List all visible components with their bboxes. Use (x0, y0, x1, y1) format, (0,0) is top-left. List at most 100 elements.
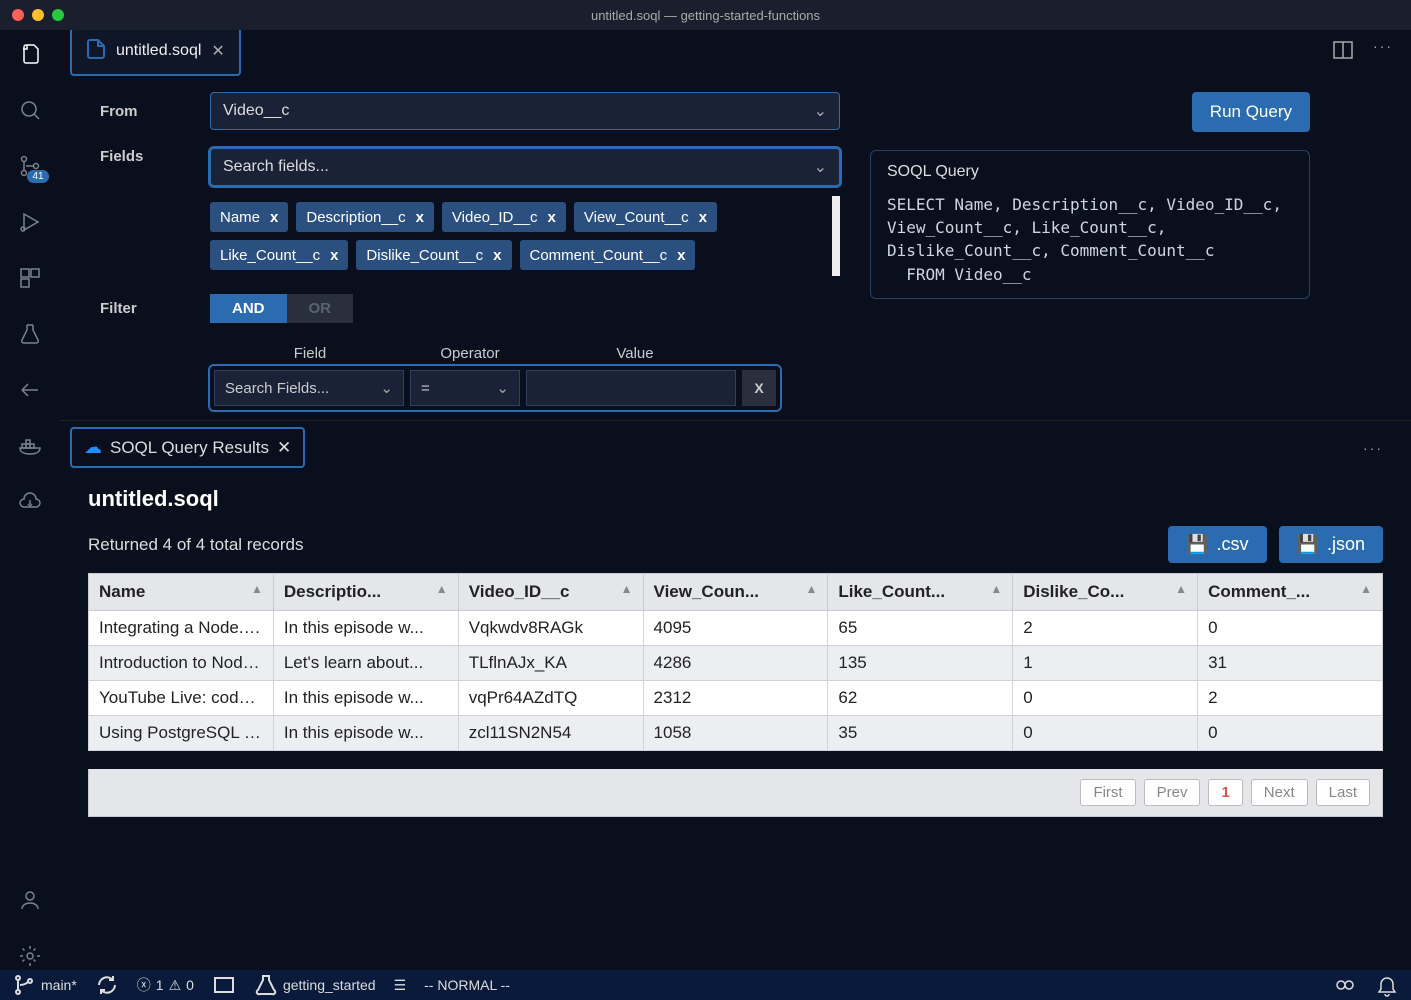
column-header[interactable]: Video_ID__c▲ (458, 574, 643, 611)
table-cell: 0 (1013, 681, 1198, 716)
column-header[interactable]: Name▲ (89, 574, 274, 611)
table-cell: 4095 (643, 611, 828, 646)
sort-icon: ▲ (251, 582, 263, 596)
from-select[interactable]: Video__c ⌄ (210, 92, 840, 130)
tab-label: untitled.soql (116, 42, 201, 60)
split-editor-icon[interactable] (1331, 38, 1355, 65)
settings-gear-icon[interactable] (16, 942, 44, 970)
zoom-window-button[interactable] (52, 9, 64, 21)
salesforce-icon: ☁ (84, 437, 102, 458)
table-cell: 0 (1013, 716, 1198, 751)
tab-untitled-soql[interactable]: untitled.soql ✕ (70, 27, 241, 76)
field-chip[interactable]: Like_Count__cx (210, 240, 348, 270)
testing-icon[interactable] (16, 320, 44, 348)
remove-filter-button[interactable]: X (742, 370, 776, 406)
export-csv-button[interactable]: 💾 .csv (1168, 526, 1266, 563)
filter-field-select[interactable]: Search Fields...⌄ (214, 370, 404, 406)
field-chip[interactable]: View_Count__cx (574, 202, 717, 232)
tab-close-icon[interactable]: ✕ (277, 438, 291, 458)
layout-indicator[interactable] (212, 973, 236, 997)
sort-icon: ▲ (990, 582, 1002, 596)
sort-icon: ▲ (621, 582, 633, 596)
copilot-icon[interactable] (1333, 973, 1357, 997)
from-label: From (100, 103, 190, 120)
chip-remove-icon[interactable]: x (270, 209, 278, 226)
soql-query-panel: SOQL Query SELECT Name, Description__c, … (870, 150, 1310, 299)
fields-search-input[interactable]: Search fields... ⌄ (210, 148, 840, 186)
table-cell: Vqkwdv8RAGk (458, 611, 643, 646)
table-cell: YouTube Live: codeLiv... (89, 681, 274, 716)
notifications-icon[interactable] (1375, 973, 1399, 997)
table-cell: 1058 (643, 716, 828, 751)
chip-remove-icon[interactable]: x (677, 247, 685, 264)
table-cell: 0 (1198, 611, 1383, 646)
more-actions-icon[interactable]: ··· (1363, 440, 1401, 456)
statusbar: main* ⓧ1 ⚠0 getting_started ☰ -- NORMAL … (0, 970, 1411, 1000)
chip-remove-icon[interactable]: x (493, 247, 501, 264)
docker-icon[interactable] (16, 432, 44, 460)
table-cell: Let's learn about... (273, 646, 458, 681)
field-chips: Namex Description__cx Video_ID__cx View_Cou… (210, 196, 840, 276)
and-toggle[interactable]: AND (210, 294, 287, 323)
field-chip[interactable]: Comment_Count__cx (520, 240, 696, 270)
tab-close-icon[interactable]: ✕ (209, 41, 226, 61)
table-row[interactable]: YouTube Live: codeLiv...In this episode … (89, 681, 1383, 716)
column-header[interactable]: View_Coun...▲ (643, 574, 828, 611)
chip-remove-icon[interactable]: x (330, 247, 338, 264)
or-toggle[interactable]: OR (287, 294, 354, 323)
chip-remove-icon[interactable]: x (699, 209, 707, 226)
filter-row: Search Fields...⌄ =⌄ X (210, 366, 780, 410)
search-icon[interactable] (16, 96, 44, 124)
chevron-down-icon: ⌄ (814, 157, 827, 177)
chip-remove-icon[interactable]: x (416, 209, 424, 226)
window-title: untitled.soql — getting-started-function… (591, 8, 820, 23)
filter-operator-select[interactable]: =⌄ (410, 370, 520, 406)
table-cell: vqPr64AZdTQ (458, 681, 643, 716)
activity-bar: 41 (0, 30, 60, 970)
soql-query-title: SOQL Query (887, 163, 1293, 181)
minimize-window-button[interactable] (32, 9, 44, 21)
accounts-icon[interactable] (16, 886, 44, 914)
pager-first[interactable]: First (1080, 779, 1135, 806)
explorer-icon[interactable] (16, 40, 44, 68)
org-indicator[interactable]: getting_started (254, 973, 376, 997)
table-cell: 4286 (643, 646, 828, 681)
filter-value-input[interactable] (526, 370, 736, 406)
pager-page[interactable]: 1 (1208, 779, 1242, 806)
run-query-button[interactable]: Run Query (1192, 92, 1310, 132)
field-chip[interactable]: Video_ID__cx (442, 202, 566, 232)
sort-icon: ▲ (436, 582, 448, 596)
table-cell: 2 (1198, 681, 1383, 716)
chip-remove-icon[interactable]: x (548, 209, 556, 226)
menu-indicator[interactable]: ☰ (394, 977, 407, 994)
column-header[interactable]: Descriptio...▲ (273, 574, 458, 611)
run-debug-icon[interactable] (16, 208, 44, 236)
cloud-icon[interactable] (16, 488, 44, 516)
table-cell: 31 (1198, 646, 1383, 681)
problems-indicator[interactable]: ⓧ1 ⚠0 (137, 975, 194, 995)
table-row[interactable]: Integrating a Node.js a...In this episod… (89, 611, 1383, 646)
sync-indicator[interactable] (95, 973, 119, 997)
export-json-button[interactable]: 💾 .json (1279, 526, 1383, 563)
table-row[interactable]: Using PostgreSQL wit...In this episode w… (89, 716, 1383, 751)
column-header[interactable]: Comment_...▲ (1198, 574, 1383, 611)
branch-indicator[interactable]: main* (12, 973, 77, 997)
share-icon[interactable] (16, 376, 44, 404)
pager-last[interactable]: Last (1316, 779, 1370, 806)
field-chip[interactable]: Description__cx (296, 202, 434, 232)
field-chip[interactable]: Dislike_Count__cx (356, 240, 511, 270)
column-header[interactable]: Dislike_Co...▲ (1013, 574, 1198, 611)
pager-next[interactable]: Next (1251, 779, 1308, 806)
source-control-icon[interactable]: 41 (16, 152, 44, 180)
pager-prev[interactable]: Prev (1144, 779, 1201, 806)
column-header[interactable]: Like_Count...▲ (828, 574, 1013, 611)
close-window-button[interactable] (12, 9, 24, 21)
tab-soql-results[interactable]: ☁ SOQL Query Results ✕ (70, 427, 305, 468)
table-cell: zcl11SN2N54 (458, 716, 643, 751)
field-chip[interactable]: Namex (210, 202, 288, 232)
filter-headers: Field Operator Value (210, 341, 840, 366)
more-actions-icon[interactable]: ··· (1373, 38, 1393, 65)
extensions-icon[interactable] (16, 264, 44, 292)
table-row[interactable]: Introduction to Node.js...Let's learn ab… (89, 646, 1383, 681)
table-cell: TLflnAJx_KA (458, 646, 643, 681)
